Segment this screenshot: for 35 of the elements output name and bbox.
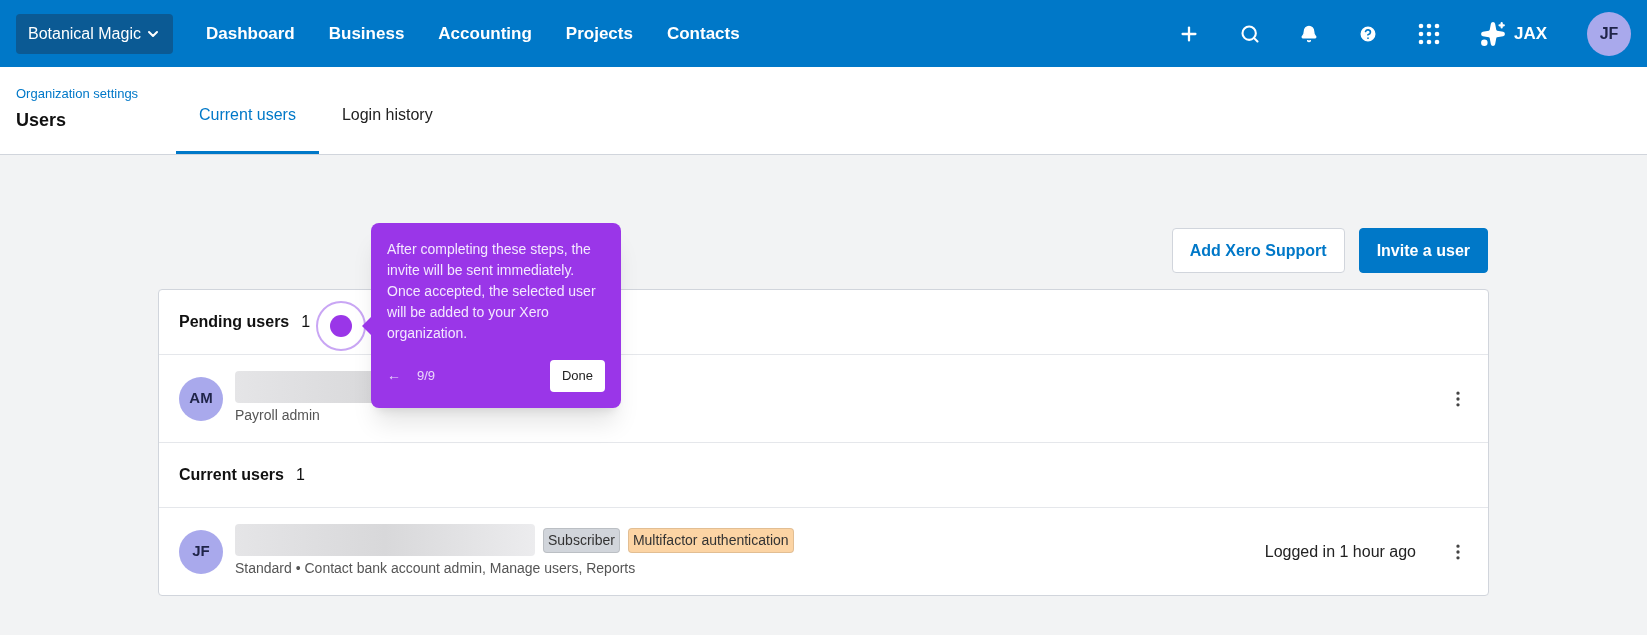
section-count: 1 bbox=[301, 312, 311, 332]
tab[interactable]: Current users bbox=[176, 103, 319, 154]
help-icon[interactable] bbox=[1357, 23, 1378, 44]
user-roles: Payroll admin bbox=[235, 406, 321, 425]
nav-link[interactable]: Business bbox=[311, 20, 422, 47]
profile-avatar[interactable]: JF bbox=[1587, 11, 1631, 56]
add-support-button[interactable]: Add Xero Support bbox=[1171, 228, 1345, 273]
login-status: Logged in 1 hour ago bbox=[1264, 541, 1416, 562]
user-avatar: JF bbox=[179, 529, 223, 574]
assistant-button[interactable]: JAX bbox=[1479, 20, 1547, 47]
tab[interactable]: Login history bbox=[318, 103, 456, 154]
nav-link[interactable]: Accounting bbox=[421, 20, 549, 47]
section-count: 1 bbox=[295, 465, 305, 485]
breadcrumb-link[interactable]: Organization settings bbox=[16, 83, 176, 103]
app-grid-icon[interactable] bbox=[1417, 22, 1440, 45]
user-tag: Multifactor authentication bbox=[627, 527, 794, 553]
user-roles: Standard • Contact bank account admin, Manage users, Reports bbox=[235, 559, 637, 578]
page-title: Users bbox=[16, 109, 68, 132]
step-counter: 9/9 bbox=[417, 367, 436, 385]
section-title: Pending users bbox=[179, 312, 290, 332]
tooltip-text: After completing these steps, the invite will be sent immediately. Once accepted, the selected user will be added to your Xero organization. bbox=[387, 240, 597, 343]
nav-link[interactable]: Projects bbox=[548, 20, 650, 47]
invite-user-button[interactable]: Invite a user bbox=[1358, 228, 1488, 273]
hotspot-marker bbox=[316, 301, 366, 351]
search-icon[interactable] bbox=[1239, 23, 1260, 44]
sparkle-icon bbox=[1479, 20, 1506, 47]
nav-link[interactable]: Dashboard bbox=[188, 20, 312, 47]
done-button[interactable]: Done bbox=[549, 360, 605, 392]
nav-link[interactable]: Contacts bbox=[649, 20, 757, 47]
notifications-icon[interactable] bbox=[1299, 24, 1318, 43]
section-title: Current users bbox=[179, 465, 284, 485]
user-tag: Subscriber bbox=[543, 527, 620, 553]
user-avatar: AM bbox=[179, 376, 223, 421]
organization-switcher[interactable]: Botanical Magic bbox=[16, 13, 173, 54]
back-button[interactable]: ← bbox=[387, 365, 401, 387]
